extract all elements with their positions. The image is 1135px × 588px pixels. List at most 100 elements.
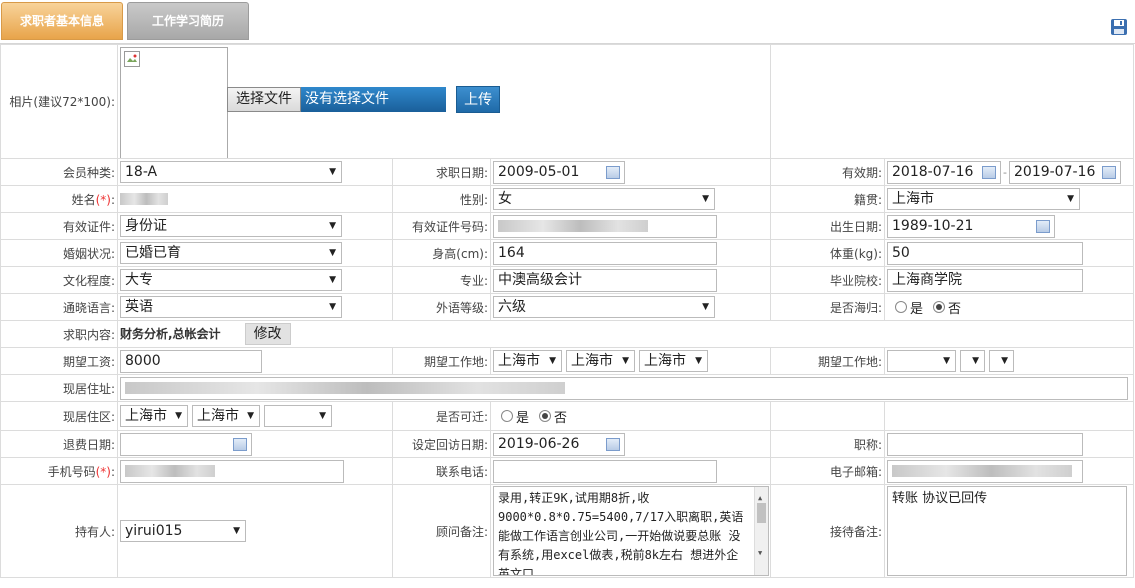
upload-button[interactable]: 上传 [456, 86, 501, 113]
education-select[interactable]: 大专 ▼ [120, 269, 342, 291]
work-place-2-label: 期望工作地: [770, 347, 886, 375]
valid-to-input[interactable]: 2019-07-16 [1009, 160, 1121, 184]
origin-select[interactable]: 上海市 ▼ [887, 188, 1081, 210]
work-place-label: 期望工作地: [392, 347, 491, 375]
school-input[interactable]: 上海商学院 [887, 268, 1084, 292]
phone-input[interactable] [493, 459, 717, 483]
tab-work-study-resume[interactable]: 工作学习简历 [127, 2, 249, 40]
id-type-select[interactable]: 身份证 ▼ [120, 215, 342, 237]
work-place-select-2[interactable]: 上海市 ▼ [566, 350, 635, 372]
gender-label: 性别: [392, 185, 491, 213]
holder-label: 持有人: [0, 484, 118, 578]
job-date-input[interactable]: 2009-05-01 [493, 160, 625, 184]
work-place-2-select-1[interactable]: ▼ [887, 350, 957, 372]
height-label: 身高(cm): [392, 239, 491, 267]
weight-input[interactable]: 50 [887, 241, 1084, 265]
birth-date-label: 出生日期: [770, 212, 886, 240]
photo-label: 相片(建议72*100): [0, 44, 118, 159]
job-date-label: 求职日期: [392, 158, 491, 186]
choose-file-button[interactable]: 选择文件 [227, 87, 301, 112]
work-place-select-3[interactable]: 上海市 ▼ [639, 350, 708, 372]
district-select-3[interactable]: ▼ [264, 405, 332, 427]
phone-label: 联系电话: [392, 457, 491, 485]
reception-note-label: 接待备注: [770, 484, 886, 578]
tab-basic-info[interactable]: 求职者基本信息 [1, 2, 123, 40]
relocate-no-label: 否 [554, 410, 568, 426]
calendar-icon[interactable] [982, 165, 997, 179]
id-type-label: 有效证件: [0, 212, 118, 240]
name-value-redacted [120, 193, 168, 205]
weight-label: 体重(kg): [770, 239, 886, 267]
birth-date-input[interactable]: 1989-10-21 [887, 214, 1056, 238]
refund-date-input[interactable] [120, 432, 252, 456]
height-input[interactable]: 164 [493, 241, 717, 265]
education-label: 文化程度: [0, 266, 118, 294]
returnee-yes-radio[interactable] [895, 301, 908, 313]
relocate-yes-label: 是 [516, 410, 530, 426]
calendar-icon[interactable] [606, 437, 620, 451]
advisor-note-textarea[interactable]: 录用,转正9K,试用期8折,收9000*0.8*0.75=5400,7/17入职… [493, 486, 769, 576]
calendar-icon[interactable] [606, 165, 620, 179]
district-label: 现居住区: [0, 401, 118, 431]
job-content-label: 求职内容: [0, 320, 118, 348]
language-level-label: 外语等级: [392, 293, 491, 321]
relocate-label: 是否可迁: [392, 401, 491, 431]
reception-note-textarea[interactable]: 转账 协议已回传 [887, 486, 1128, 576]
email-input[interactable] [887, 459, 1084, 483]
refund-date-label: 退费日期: [0, 430, 118, 458]
work-place-select-1[interactable]: 上海市 ▼ [493, 350, 562, 372]
member-type-label: 会员种类: [0, 158, 118, 186]
salary-input[interactable]: 8000 [120, 349, 262, 373]
calendar-icon[interactable] [233, 437, 247, 451]
returnee-no-label: 否 [948, 301, 962, 317]
valid-from-input[interactable]: 2018-07-16 [887, 160, 1002, 184]
relocate-yes-radio[interactable] [501, 410, 513, 422]
id-number-label: 有效证件号码: [392, 212, 491, 240]
marital-label: 婚姻状况: [0, 239, 118, 267]
mobile-label: 手机号码(*): [0, 457, 118, 485]
range-separator: - [1003, 165, 1007, 179]
advisor-note-label: 顾问备注: [392, 484, 491, 578]
modify-button[interactable]: 修改 [244, 323, 291, 345]
no-file-text: 没有选择文件 [301, 87, 446, 112]
job-content-value: 财务分析,总帐会计 [120, 327, 221, 341]
applicant-form: 相片(建议72*100): 选择文件 没有选择文件 上传 会员种类: 18-A ▼ … [0, 44, 1135, 578]
photo-preview [120, 47, 228, 158]
address-label: 现居住址: [0, 374, 118, 402]
save-icon[interactable] [1110, 18, 1128, 36]
school-label: 毕业院校: [770, 266, 886, 294]
work-place-2-select-3[interactable]: ▼ [989, 350, 1015, 372]
name-label: 姓名(*): [0, 185, 118, 213]
email-label: 电子邮箱: [770, 457, 886, 485]
district-select-2[interactable]: 上海市 ▼ [192, 405, 260, 427]
returnee-label: 是否海归: [770, 293, 886, 321]
district-select-1[interactable]: 上海市 ▼ [120, 405, 188, 427]
job-title-label: 职称: [770, 430, 886, 458]
visit-date-label: 设定回访日期: [392, 430, 491, 458]
mobile-input[interactable] [120, 459, 344, 483]
address-input[interactable] [120, 376, 1128, 400]
holder-select[interactable]: yirui015 ▼ [120, 520, 246, 542]
calendar-icon[interactable] [1102, 165, 1116, 179]
broken-image-icon [124, 51, 140, 67]
language-level-select[interactable]: 六级 ▼ [493, 296, 715, 318]
visit-date-input[interactable]: 2019-06-26 [493, 432, 625, 456]
origin-label: 籍贯: [770, 185, 886, 213]
work-place-2-select-2[interactable]: ▼ [960, 350, 986, 372]
language-label: 通晓语言: [0, 293, 118, 321]
gender-select[interactable]: 女 ▼ [493, 188, 715, 210]
major-label: 专业: [392, 266, 491, 294]
advisor-note-scrollbar[interactable]: ▲ ▼ [754, 487, 768, 575]
job-title-input[interactable] [887, 432, 1084, 456]
returnee-yes-label: 是 [910, 301, 924, 317]
marital-select[interactable]: 已婚已育 ▼ [120, 242, 342, 264]
member-type-select[interactable]: 18-A ▼ [120, 161, 342, 183]
calendar-icon[interactable] [1036, 219, 1051, 233]
salary-label: 期望工资: [0, 347, 118, 375]
language-select[interactable]: 英语 ▼ [120, 296, 342, 318]
id-number-input[interactable] [493, 214, 717, 238]
relocate-no-radio[interactable] [539, 410, 552, 422]
major-input[interactable]: 中澳高级会计 [493, 268, 717, 292]
valid-period-label: 有效期: [770, 158, 886, 186]
returnee-no-radio[interactable] [933, 301, 946, 313]
